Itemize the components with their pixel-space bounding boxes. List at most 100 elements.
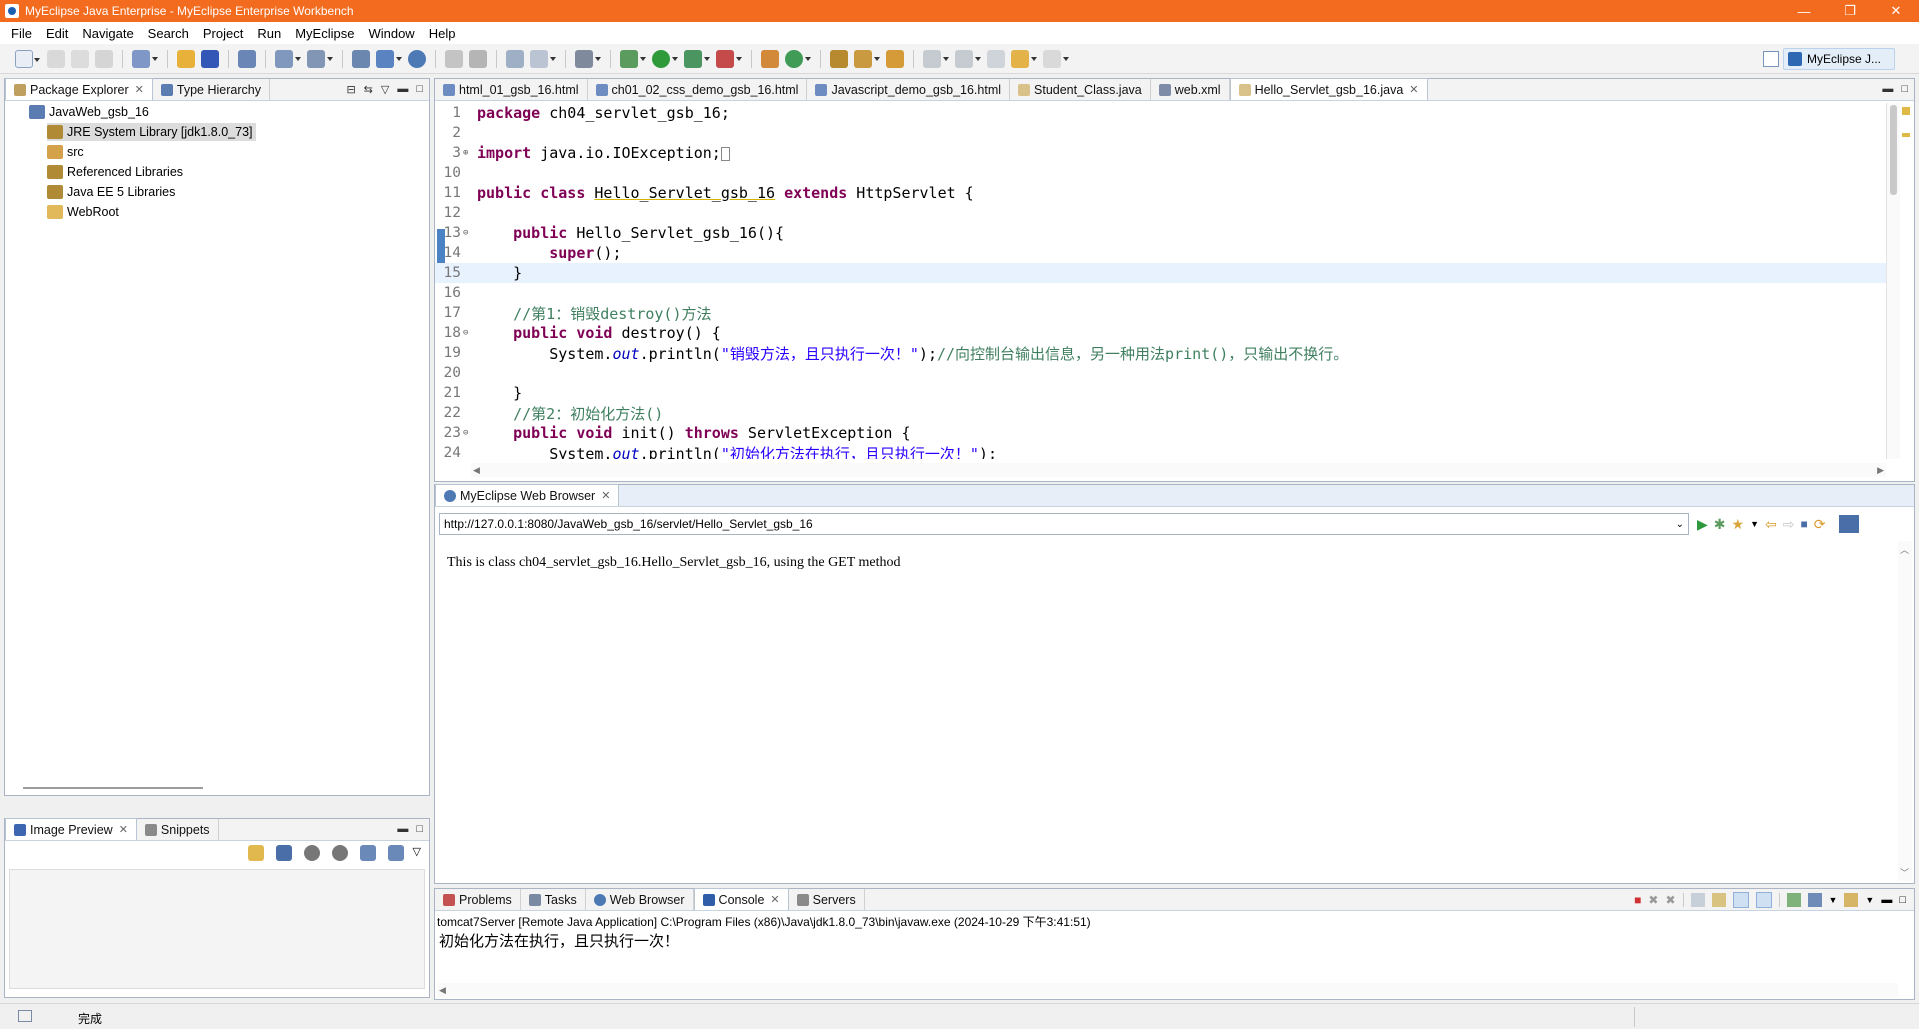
- open-folder-icon[interactable]: [830, 49, 848, 68]
- tab-student-class[interactable]: Student_Class.java: [1010, 79, 1151, 100]
- scroll-lock-icon[interactable]: [1711, 893, 1726, 907]
- editor-horizontal-scrollbar[interactable]: ◀ ▶: [471, 463, 1886, 477]
- pin-console-icon[interactable]: [1786, 893, 1801, 907]
- word-wrap-icon[interactable]: [1732, 892, 1749, 908]
- actual-size-icon[interactable]: [359, 845, 376, 861]
- tab-css-demo[interactable]: ch01_02_css_demo_gsb_16.html: [588, 79, 808, 100]
- favorites-icon[interactable]: ★: [1732, 516, 1745, 533]
- tab-javascript-demo[interactable]: Javascript_demo_gsb_16.html: [807, 79, 1011, 100]
- debug-icon[interactable]: [620, 49, 646, 68]
- scroll-down-icon[interactable]: ﹀: [1900, 866, 1909, 879]
- menu-myeclipse[interactable]: MyEclipse: [288, 26, 361, 41]
- url-bar[interactable]: http://127.0.0.1:8080/JavaWeb_gsb_16/ser…: [439, 513, 1689, 535]
- next-annotation-icon[interactable]: [923, 49, 949, 68]
- new-project-icon[interactable]: [132, 49, 158, 68]
- chevron-down-icon[interactable]: ▼: [1829, 895, 1838, 905]
- zoom-in-icon[interactable]: [331, 845, 348, 861]
- scroll-left-icon[interactable]: ◀: [473, 465, 480, 476]
- tab-hello-servlet[interactable]: Hello_Servlet_gsb_16.java ✕: [1229, 78, 1428, 100]
- menu-edit[interactable]: Edit: [39, 26, 75, 41]
- refresh-icon[interactable]: [247, 845, 264, 861]
- refresh-icon[interactable]: ⟳: [1814, 516, 1826, 533]
- remove-launch-icon[interactable]: ✖: [1648, 893, 1658, 907]
- maximize-view-icon[interactable]: □: [1899, 894, 1906, 906]
- tab-snippets[interactable]: Snippets: [137, 819, 219, 840]
- scrollbar-thumb[interactable]: [1890, 105, 1897, 195]
- hierarchy-icon[interactable]: [506, 49, 524, 68]
- view-menu-icon[interactable]: ▽: [413, 845, 421, 861]
- deploy-icon[interactable]: [201, 49, 219, 68]
- menu-window[interactable]: Window: [361, 26, 421, 41]
- close-button[interactable]: ✕: [1873, 0, 1919, 22]
- stop-icon[interactable]: ■: [1800, 517, 1807, 531]
- tab-servers[interactable]: Servers: [789, 889, 865, 910]
- tab-package-explorer[interactable]: Package Explorer ✕: [5, 78, 153, 100]
- maximize-view-icon[interactable]: □: [416, 83, 423, 96]
- wand-icon[interactable]: [854, 49, 880, 68]
- open-type-icon[interactable]: [275, 49, 301, 68]
- scroll-up-icon[interactable]: ︿: [1900, 543, 1909, 556]
- last-edit-icon[interactable]: [987, 49, 1005, 68]
- expand-icon[interactable]: ⊕: [463, 148, 471, 158]
- fit-window-icon[interactable]: [387, 845, 404, 861]
- menu-project[interactable]: Project: [196, 26, 250, 41]
- code-area[interactable]: 1 package ch04_servlet_gsb_16; 2 3 ⊕ import…: [435, 103, 1887, 459]
- tab-html-01[interactable]: html_01_gsb_16.html: [435, 79, 588, 100]
- tab-type-hierarchy[interactable]: Type Hierarchy: [153, 79, 270, 100]
- perspective-myeclipse[interactable]: MyEclipse J...: [1783, 48, 1895, 70]
- tree-item-project[interactable]: JavaWeb_gsb_16: [29, 103, 149, 121]
- terminate-icon[interactable]: ■: [1634, 893, 1641, 907]
- external-tools-icon[interactable]: [716, 49, 742, 68]
- close-icon[interactable]: ✕: [601, 489, 610, 502]
- menu-search[interactable]: Search: [141, 26, 196, 41]
- horizontal-scrollbar[interactable]: [23, 787, 203, 789]
- clear-console-icon[interactable]: [1690, 893, 1705, 907]
- server-icon[interactable]: [352, 49, 370, 68]
- debug-icon[interactable]: ✱: [1714, 516, 1726, 533]
- pencil-icon[interactable]: [886, 49, 904, 68]
- tree-item-javaee-libraries[interactable]: Java EE 5 Libraries: [47, 183, 175, 201]
- new-java-class-icon[interactable]: [785, 49, 811, 68]
- open-console-icon[interactable]: [1844, 893, 1859, 907]
- collapse-icon[interactable]: ⊖: [463, 228, 471, 238]
- new-java-package-icon[interactable]: [761, 49, 779, 68]
- editor-vertical-scrollbar[interactable]: [1886, 103, 1900, 459]
- build-icon[interactable]: [469, 49, 487, 68]
- close-icon[interactable]: ✕: [119, 823, 128, 836]
- package-icon[interactable]: [177, 49, 195, 68]
- minimize-button[interactable]: —: [1781, 0, 1827, 22]
- chevron-down-icon[interactable]: ⌄: [1676, 519, 1688, 530]
- tree-item-src[interactable]: src: [47, 143, 84, 161]
- minimize-view-icon[interactable]: ▬: [397, 823, 408, 835]
- tab-web-xml[interactable]: web.xml: [1151, 79, 1230, 100]
- close-icon[interactable]: ✕: [1409, 83, 1418, 96]
- close-icon[interactable]: ✕: [770, 893, 779, 906]
- tab-web-browser[interactable]: Web Browser: [586, 889, 694, 910]
- maximize-view-icon[interactable]: □: [1901, 83, 1908, 95]
- run-icon[interactable]: [652, 49, 678, 68]
- collapse-icon[interactable]: ⊖: [463, 428, 471, 438]
- remove-all-icon[interactable]: ✖: [1665, 893, 1675, 907]
- database-icon[interactable]: [238, 49, 256, 68]
- maximize-button[interactable]: ❐: [1827, 0, 1873, 22]
- scroll-left-icon[interactable]: ◀: [439, 985, 446, 996]
- forward-arrow-icon[interactable]: ⇨: [1783, 516, 1795, 533]
- warning-marker[interactable]: [1902, 107, 1910, 115]
- fit-image-icon[interactable]: [275, 845, 292, 861]
- browser-vertical-scrollbar[interactable]: ︿ ﹀: [1898, 541, 1912, 881]
- go-icon[interactable]: ▶: [1697, 516, 1708, 533]
- tab-myeclipse-web-browser[interactable]: MyEclipse Web Browser ✕: [435, 484, 620, 506]
- tree-item-jre-library[interactable]: JRE System Library [jdk1.8.0_73]: [47, 123, 256, 141]
- save-all-icon[interactable]: [71, 49, 89, 68]
- view-menu-icon[interactable]: ▽: [381, 83, 389, 96]
- collapse-icon[interactable]: ⊖: [463, 328, 471, 338]
- profile-icon[interactable]: [530, 49, 556, 68]
- link-editor-icon[interactable]: ⇆: [364, 83, 373, 96]
- maximize-view-icon[interactable]: □: [416, 823, 423, 835]
- minimize-view-icon[interactable]: ▬: [1882, 83, 1893, 95]
- tab-console[interactable]: Console ✕: [693, 888, 789, 910]
- run-server-icon[interactable]: [684, 49, 710, 68]
- minimize-view-icon[interactable]: ▬: [397, 83, 408, 96]
- scroll-right-icon[interactable]: ▶: [1877, 465, 1884, 476]
- menu-help[interactable]: Help: [422, 26, 463, 41]
